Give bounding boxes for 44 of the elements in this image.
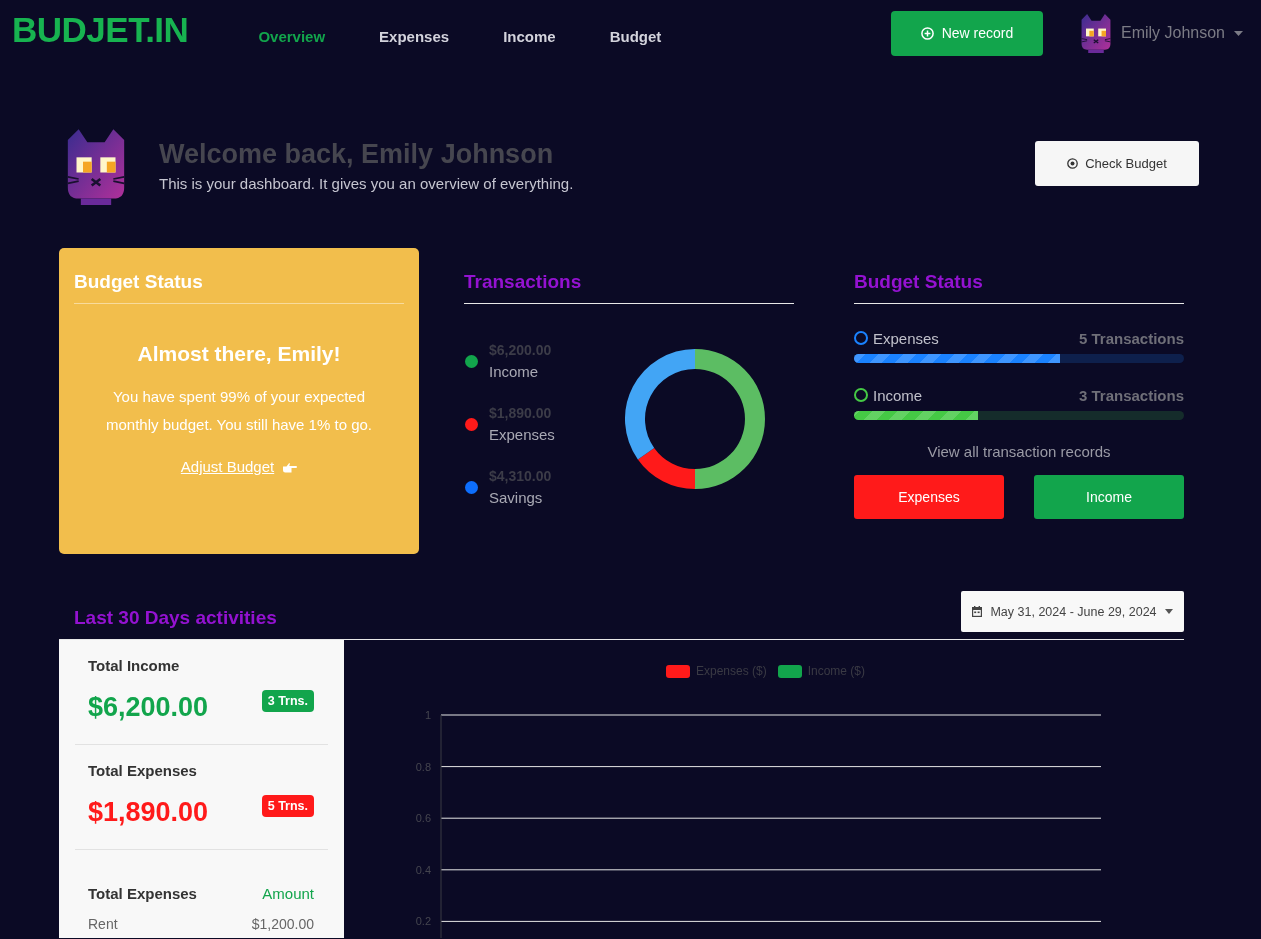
records-button[interactable]: Expenses [854,475,1004,519]
legend-label: Income [489,362,540,380]
section-title: Budget Status [854,268,1184,304]
progress-label: Income [873,386,923,404]
section-title: Last 30 Days activities [73,606,277,630]
nav-link[interactable]: Expenses [379,27,450,45]
calendar-icon [972,606,983,617]
column-header: Amount [262,884,314,904]
logo[interactable]: BUDJET.IN [12,12,189,47]
caret-icon [1234,30,1243,36]
summary-label: Total Expenses [88,761,198,781]
date-range-picker[interactable]: May 31, 2024 - June 29, 2024 [961,591,1184,632]
card-heading: Almost there, Emily! [136,341,342,367]
axis-tick-label: 0.8 [415,760,431,773]
axis-tick-label: 0.4 [415,863,431,876]
summary-label: Total Income [88,656,181,676]
target-icon [1067,157,1079,169]
nav-link[interactable]: Income [503,27,556,45]
nav-link[interactable]: Overview [258,27,326,45]
transaction-count-badge: 5 Trns. [261,795,314,817]
check-budget-button[interactable]: Check Budget [1035,140,1199,186]
progress-label: Expenses [873,329,939,347]
transaction-count: 5 Transactions [1078,329,1184,347]
transaction-count: 3 Transactions [1078,386,1184,404]
pointing-hand-icon [283,461,298,473]
records-caption: View all transaction records [926,442,1112,462]
section-title: Transactions [464,268,794,304]
table-cell: $1,200.00 [251,915,314,933]
card-title: Budget Status [74,268,404,304]
user-menu[interactable]: Emily Johnson [1079,13,1243,53]
plus-circle-icon [920,26,934,40]
cat-avatar-icon [1079,13,1112,53]
summary-amount: $6,200.00 [88,691,209,724]
summary-amount: $1,890.00 [88,796,209,829]
nav-link[interactable]: Budget [609,27,662,45]
column-header: Total Expenses [88,884,197,904]
transaction-count-badge: 3 Trns. [261,690,314,712]
table-cell: Rent [88,915,118,933]
caret-icon [1164,609,1173,614]
welcome-subtitle: This is your dashboard. It gives you an overview of everything. [159,174,574,194]
legend-label: Expenses [489,425,555,443]
legend-label: Savings [489,488,544,506]
welcome-title: Welcome back, Emily Johnson [159,138,555,171]
card-message: You have spent 99% of your expected monthly budget. You still have 1% to go. [105,387,373,435]
